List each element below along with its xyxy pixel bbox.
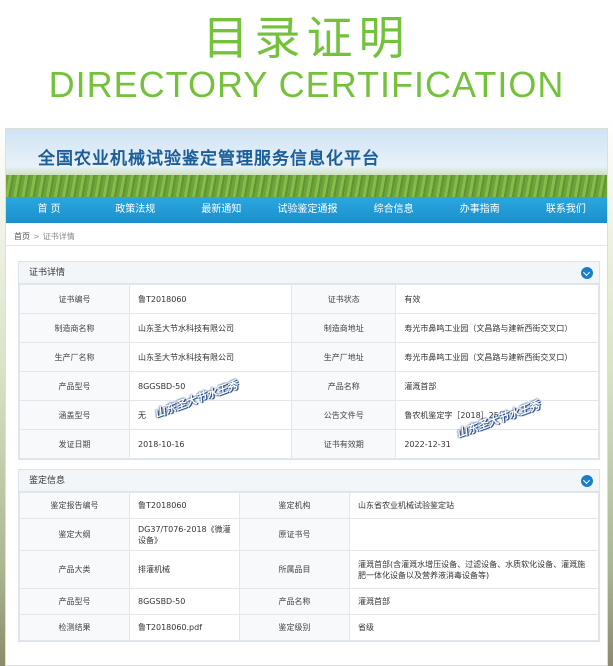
main-nav: 首 页 政策法规 最新通知 试验鉴定通报 综合信息 办事指南 联系我们 — [6, 197, 607, 223]
field-value: 灌溉首部 — [395, 371, 599, 401]
nav-guide[interactable]: 办事指南 — [437, 197, 523, 223]
banner-field-image — [6, 175, 607, 197]
table-row: 产品大类 排灌机械 所属品目 灌溉首部(含灌溉水增压设备、过滤设备、水质软化设备、灌溉… — [19, 550, 599, 589]
field-label: 检测结果 — [19, 614, 130, 641]
field-label: 证书有效期 — [291, 429, 397, 459]
field-label: 所属品目 — [239, 550, 350, 589]
site-banner: 全国农业机械试验鉴定管理服务信息化平台 — [6, 129, 607, 197]
nav-notices[interactable]: 最新通知 — [178, 197, 264, 223]
field-label: 证书编号 — [19, 284, 130, 314]
table-row: 产品型号 8GGSBD-50 产品名称 灌溉首部 — [19, 588, 599, 615]
field-value: 寿光市鼻鸣工业园（文昌路与建新西街交叉口） — [395, 342, 599, 372]
divider — [6, 245, 607, 246]
field-value: 寿光市鼻鸣工业园（文昌路与建新西街交叉口） — [395, 313, 599, 343]
field-label: 产品大类 — [19, 550, 130, 589]
appraisal-panel-title: 鉴定信息 — [29, 476, 66, 486]
field-value: 灌溉首部(含灌溉水增压设备、过滤设备、水质软化设备、灌溉施肥一体化设备以及营养液… — [349, 550, 599, 589]
collapse-chevron-icon[interactable] — [581, 267, 593, 279]
nav-home[interactable]: 首 页 — [6, 197, 92, 223]
field-label: 鉴定机构 — [239, 492, 350, 519]
field-value: 2018-10-16 — [128, 429, 293, 459]
table-row: 制造商名称 山东圣大节水科技有限公司 制造商地址 寿光市鼻鸣工业园（文昌路与建新西街交… — [19, 313, 599, 343]
field-label: 鉴定报告编号 — [19, 492, 130, 519]
breadcrumb-current: 证书详情 — [42, 232, 75, 241]
field-value: 鲁T2018060 — [128, 284, 293, 314]
field-label: 证书状态 — [291, 284, 397, 314]
field-label: 生产厂地址 — [291, 342, 397, 372]
certificate-panel-title: 证书详情 — [29, 268, 66, 278]
field-value — [349, 518, 599, 551]
table-row: 发证日期 2018-10-16 证书有效期 2022-12-31 — [19, 429, 599, 459]
field-label: 鉴定级别 — [239, 614, 350, 641]
field-value: 2022-12-31 — [395, 429, 599, 459]
collapse-chevron-icon[interactable] — [581, 475, 593, 487]
appraisal-panel-header[interactable]: 鉴定信息 — [19, 470, 599, 492]
field-value: 山东圣大节水科技有限公司 — [128, 342, 293, 372]
field-value: 山东圣大节水科技有限公司 — [128, 313, 293, 343]
field-value: DG37/T076-2018《微灌设备》 — [129, 518, 240, 551]
field-label: 产品名称 — [291, 371, 397, 401]
certificate-table: 证书编号 鲁T2018060 证书状态 有效 制造商名称 山东圣大节水科技有限公司 制造商地… — [19, 284, 599, 459]
table-row: 证书编号 鲁T2018060 证书状态 有效 — [19, 284, 599, 314]
field-label: 鉴定大纲 — [19, 518, 130, 551]
field-value: 排灌机械 — [129, 550, 240, 589]
nav-policy[interactable]: 政策法规 — [92, 197, 178, 223]
field-label: 产品型号 — [19, 588, 130, 615]
table-row: 生产厂名称 山东圣大节水科技有限公司 生产厂地址 寿光市鼻鸣工业园（文昌路与建新西街交… — [19, 342, 599, 372]
field-value[interactable]: 鲁T2018060.pdf — [129, 614, 240, 641]
table-row: 鉴定报告编号 鲁T2018060 鉴定机构 山东省农业机械试验鉴定站 — [19, 492, 599, 519]
field-value: 山东省农业机械试验鉴定站 — [349, 492, 599, 519]
appraisal-table: 鉴定报告编号 鲁T2018060 鉴定机构 山东省农业机械试验鉴定站 鉴定大纲 DG37/… — [19, 492, 599, 641]
field-label: 制造商地址 — [291, 313, 397, 343]
site-title: 全国农业机械试验鉴定管理服务信息化平台 — [38, 149, 380, 169]
certificate-panel-header[interactable]: 证书详情 — [19, 262, 599, 284]
field-value: 省级 — [349, 614, 599, 641]
field-label: 生产厂名称 — [19, 342, 130, 372]
breadcrumb-home[interactable]: 首页 — [14, 232, 30, 241]
field-value: 有效 — [395, 284, 599, 314]
certificate-panel: 证书详情 证书编号 鲁T2018060 证书状态 有效 制造商名称 山东圣大节水科技有限公… — [18, 261, 600, 460]
field-label: 涵盖型号 — [19, 400, 130, 430]
field-value: 鲁T2018060 — [129, 492, 240, 519]
nav-reports[interactable]: 试验鉴定通报 — [264, 197, 350, 223]
field-value: 8GGSBD-50 — [129, 588, 240, 615]
hero-header: 目录证明 DIRECTORY CERTIFICATION — [0, 0, 613, 120]
field-label: 原证书号 — [239, 518, 350, 551]
table-row: 鉴定大纲 DG37/T076-2018《微灌设备》 原证书号 — [19, 518, 599, 551]
field-label: 产品型号 — [19, 371, 130, 401]
nav-info[interactable]: 综合信息 — [351, 197, 437, 223]
screenshot-frame: 全国农业机械试验鉴定管理服务信息化平台 首 页 政策法规 最新通知 试验鉴定通报… — [5, 128, 608, 666]
table-row: 产品型号 8GGSBD-50 产品名称 灌溉首部 — [19, 371, 599, 401]
field-label: 公告文件号 — [291, 400, 397, 430]
field-value: 灌溉首部 — [349, 588, 599, 615]
field-label: 制造商名称 — [19, 313, 130, 343]
hero-title-en: DIRECTORY CERTIFICATION — [48, 64, 565, 105]
field-label: 发证日期 — [19, 429, 130, 459]
nav-contact[interactable]: 联系我们 — [523, 197, 607, 223]
hero-title-cn: 目录证明 — [202, 11, 411, 65]
breadcrumb: 首页 > 证书详情 — [14, 231, 75, 242]
breadcrumb-separator: > — [33, 232, 40, 241]
table-row: 检测结果 鲁T2018060.pdf 鉴定级别 省级 — [19, 614, 599, 641]
field-label: 产品名称 — [239, 588, 350, 615]
appraisal-panel: 鉴定信息 鉴定报告编号 鲁T2018060 鉴定机构 山东省农业机械试验鉴定站 鉴定大纲… — [18, 469, 600, 642]
